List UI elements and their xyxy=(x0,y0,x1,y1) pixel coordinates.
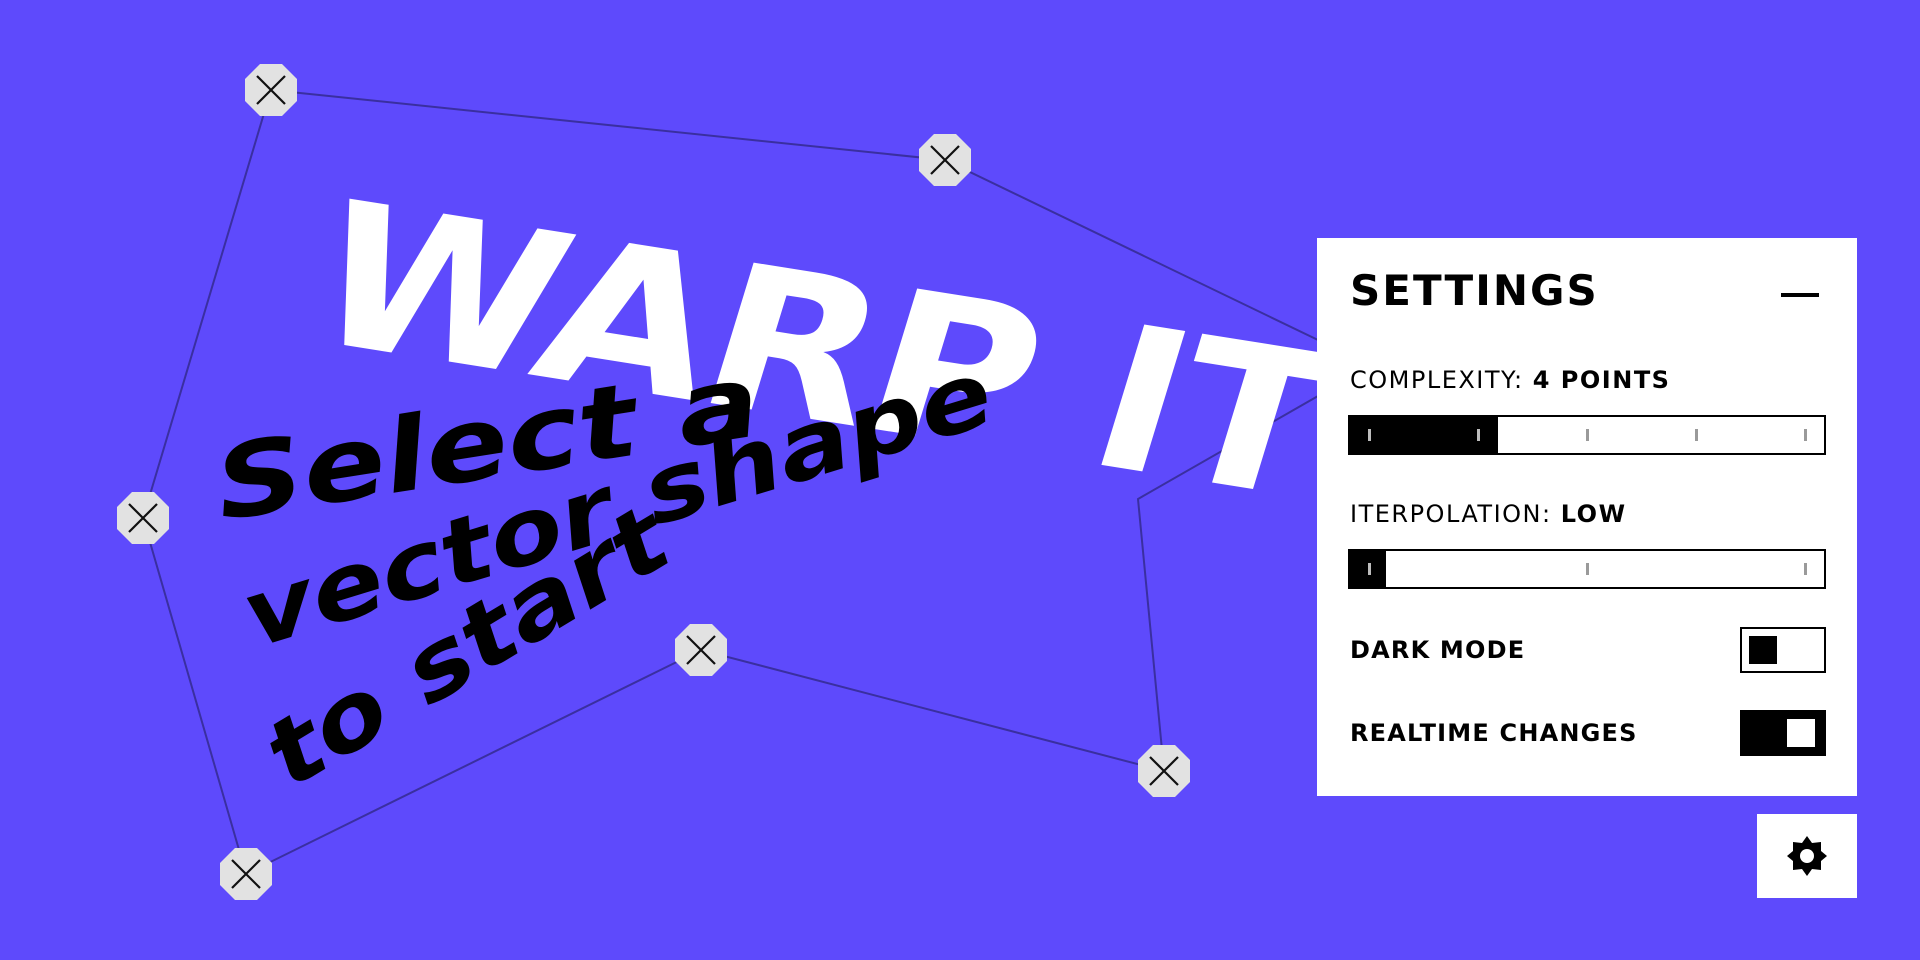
slider-tick xyxy=(1695,429,1698,441)
complexity-slider-fill xyxy=(1350,417,1498,453)
close-icon[interactable] xyxy=(245,64,297,116)
slider-tick xyxy=(1368,563,1371,575)
minus-icon[interactable] xyxy=(1781,293,1819,297)
close-icon[interactable] xyxy=(1138,745,1190,797)
interpolation-value: LOW xyxy=(1560,500,1627,528)
slider-tick xyxy=(1586,429,1589,441)
slider-tick xyxy=(1477,429,1480,441)
slider-tick xyxy=(1804,429,1807,441)
realtime-changes-toggle-knob xyxy=(1787,719,1815,747)
settings-button[interactable] xyxy=(1757,814,1857,898)
slider-tick xyxy=(1586,563,1589,575)
complexity-label-text: COMPLEXITY: xyxy=(1350,366,1524,394)
close-icon[interactable] xyxy=(919,134,971,186)
settings-title: SETTINGS xyxy=(1350,266,1599,315)
close-icon[interactable] xyxy=(117,492,169,544)
complexity-label: COMPLEXITY: 4 POINTS xyxy=(1350,368,1670,392)
complexity-value: 4 POINTS xyxy=(1532,366,1671,394)
interpolation-slider[interactable] xyxy=(1348,549,1826,589)
dark-mode-toggle[interactable] xyxy=(1740,627,1826,673)
close-icon[interactable] xyxy=(220,848,272,900)
interpolation-label-text: ITERPOLATION: xyxy=(1350,500,1552,528)
slider-tick xyxy=(1368,429,1371,441)
close-icon[interactable] xyxy=(675,624,727,676)
complexity-slider[interactable] xyxy=(1348,415,1826,455)
interpolation-label: ITERPOLATION: LOW xyxy=(1350,502,1627,526)
gear-icon xyxy=(1787,836,1827,876)
slider-tick xyxy=(1804,563,1807,575)
realtime-changes-toggle[interactable] xyxy=(1740,710,1826,756)
dark-mode-toggle-knob xyxy=(1749,636,1777,664)
